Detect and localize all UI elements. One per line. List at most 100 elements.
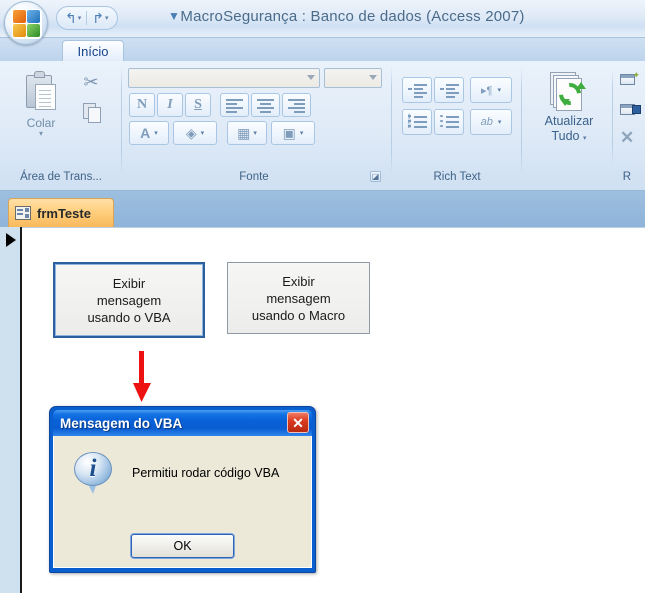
decrease-indent-button[interactable] (402, 77, 432, 103)
ok-button[interactable]: OK (131, 534, 234, 558)
italic-label: I (167, 97, 173, 112)
group-clipboard-label: Área de Trans... (20, 171, 102, 183)
chevron-down-icon[interactable]: ▾ (201, 129, 205, 137)
font-size-combo[interactable] (324, 68, 382, 88)
show-message-vba-button[interactable]: Exibir mensagem usando o VBA (53, 262, 205, 338)
font-dialog-launcher[interactable]: ◪ (370, 171, 381, 182)
paste-icon (24, 71, 58, 113)
chevron-down-icon[interactable]: ▾ (39, 129, 43, 138)
italic-button[interactable]: I (157, 93, 183, 117)
decrease-indent-icon (407, 83, 427, 98)
access-application-window: ↰ ▾ ↱ ▾ ▼ MacroSegurança : Banco de dado… (0, 0, 645, 593)
paste-button[interactable]: Colar ▾ (10, 67, 72, 163)
group-records-label: R (622, 171, 631, 183)
group-records: Atualizar Tudo ▾ ✦ N S (524, 63, 645, 185)
align-center-icon (257, 98, 274, 113)
chevron-down-icon[interactable]: ▾ (154, 129, 158, 137)
increase-indent-icon (439, 83, 459, 98)
group-font-text: Fonte (239, 171, 269, 183)
ribbon: Colar ▾ ✂ Área de Trans... N I S A ▾ ◈ ▾… (0, 61, 645, 191)
chevron-down-icon[interactable]: ▾ (497, 86, 501, 94)
increase-indent-button[interactable] (434, 77, 464, 103)
new-record-icon: ✦ (620, 70, 640, 87)
divider (391, 67, 392, 175)
highlight-icon: ab (480, 116, 493, 128)
underline-button[interactable]: S (185, 93, 211, 117)
bulleted-list-button[interactable] (434, 109, 464, 135)
chevron-down-icon[interactable]: ▾ (253, 129, 257, 137)
save-record-button[interactable]: S (620, 101, 645, 117)
chevron-down-icon[interactable] (307, 75, 315, 80)
dialog-title: Mensagem do VBA (60, 415, 183, 431)
underline-label: S (194, 97, 202, 112)
text-direction-button[interactable]: ▸¶ ▾ (470, 77, 512, 103)
font-color-button[interactable]: A ▾ (129, 121, 169, 145)
text-highlight-button[interactable]: ab ▾ (470, 109, 512, 135)
align-right-button[interactable] (282, 93, 311, 117)
dialog-title-bar[interactable]: Mensagem do VBA ✕ (53, 410, 312, 436)
information-icon: i (74, 452, 112, 496)
ok-button-label: OK (173, 539, 192, 553)
title-bar: ↰ ▾ ↱ ▾ ▼ MacroSegurança : Banco de dado… (0, 0, 645, 45)
button-line-3: usando o VBA (87, 309, 171, 325)
numbered-list-button[interactable]: 1 2 3 (402, 109, 432, 135)
information-icon-glyph: i (89, 455, 97, 482)
form-canvas: Exibir mensagem usando o VBA Exibir mens… (0, 227, 645, 593)
text-direction-icon: ▸¶ (481, 84, 493, 97)
close-icon[interactable]: ✕ (287, 412, 309, 433)
font-name-combo[interactable] (128, 68, 320, 88)
button-line-2: mensagem (266, 290, 331, 306)
refresh-all-button[interactable]: Atualizar Tudo ▾ (530, 67, 608, 167)
bold-label: N (136, 97, 148, 112)
chevron-down-icon[interactable]: ▾ (583, 135, 587, 142)
dialog-body: i Permitiu rodar código VBA OK (53, 436, 312, 568)
align-left-icon (226, 98, 243, 113)
alt-fill-icon: ▣ (282, 124, 296, 141)
divider (121, 67, 122, 175)
chevron-down-icon[interactable]: ▾ (300, 129, 304, 137)
group-font-label: Fonte ◪ (124, 169, 384, 185)
dialog-message-text: Permitiu rodar código VBA (132, 466, 280, 480)
chevron-down-icon[interactable] (369, 75, 377, 80)
scissors-icon: ✂ (83, 72, 99, 92)
alternate-fill-button[interactable]: ▣ ▾ (271, 121, 315, 145)
font-color-icon: A (140, 125, 151, 141)
button-line-1: Exibir (282, 273, 315, 289)
align-center-button[interactable] (251, 93, 280, 117)
button-line-1: Exibir (112, 275, 146, 291)
divider (22, 227, 645, 228)
group-font: N I S A ▾ ◈ ▾ ▦ ▾ ▣ ▾ Fonte ◪ (124, 63, 384, 185)
align-left-button[interactable] (220, 93, 249, 117)
divider (521, 67, 522, 175)
document-tab-frmteste[interactable]: frmTeste (8, 198, 114, 227)
window-title: MacroSegurança : Banco de dados (Access … (180, 8, 525, 25)
record-selector-bar[interactable] (0, 227, 22, 593)
delete-record-button[interactable]: ✕ E (620, 129, 645, 147)
paste-label: Colar (26, 116, 56, 130)
ribbon-tab-strip: Início (0, 38, 645, 61)
show-message-macro-button[interactable]: Exibir mensagem usando o Macro (227, 262, 370, 334)
document-tab-bar: frmTeste (0, 191, 645, 227)
vba-message-dialog: Mensagem do VBA ✕ i Permitiu rodar códig… (49, 406, 316, 573)
arrowhead-icon (133, 383, 151, 402)
paint-bucket-icon: ◈ (185, 124, 197, 141)
fill-color-button[interactable]: ◈ ▾ (173, 121, 217, 145)
new-record-button[interactable]: ✦ N (620, 70, 645, 87)
red-down-arrow (130, 351, 154, 403)
button-line-2: mensagem (96, 292, 162, 308)
cut-button[interactable]: ✂ (78, 69, 104, 95)
office-logo-icon (12, 9, 42, 39)
save-record-icon (620, 101, 641, 117)
chevron-down-icon[interactable]: ▾ (498, 118, 502, 126)
copy-button[interactable] (80, 101, 106, 127)
group-clipboard: Colar ▾ ✂ Área de Trans... (2, 63, 120, 185)
office-button[interactable] (4, 1, 48, 45)
document-tab-label: frmTeste (37, 205, 91, 221)
bold-button[interactable]: N (129, 93, 155, 117)
gridlines-button[interactable]: ▦ ▾ (227, 121, 267, 145)
bulleted-list-icon (439, 114, 459, 130)
tab-inicio[interactable]: Início (62, 40, 124, 61)
form-icon (15, 206, 31, 220)
divider (612, 69, 613, 165)
tab-inicio-label: Início (77, 43, 109, 59)
